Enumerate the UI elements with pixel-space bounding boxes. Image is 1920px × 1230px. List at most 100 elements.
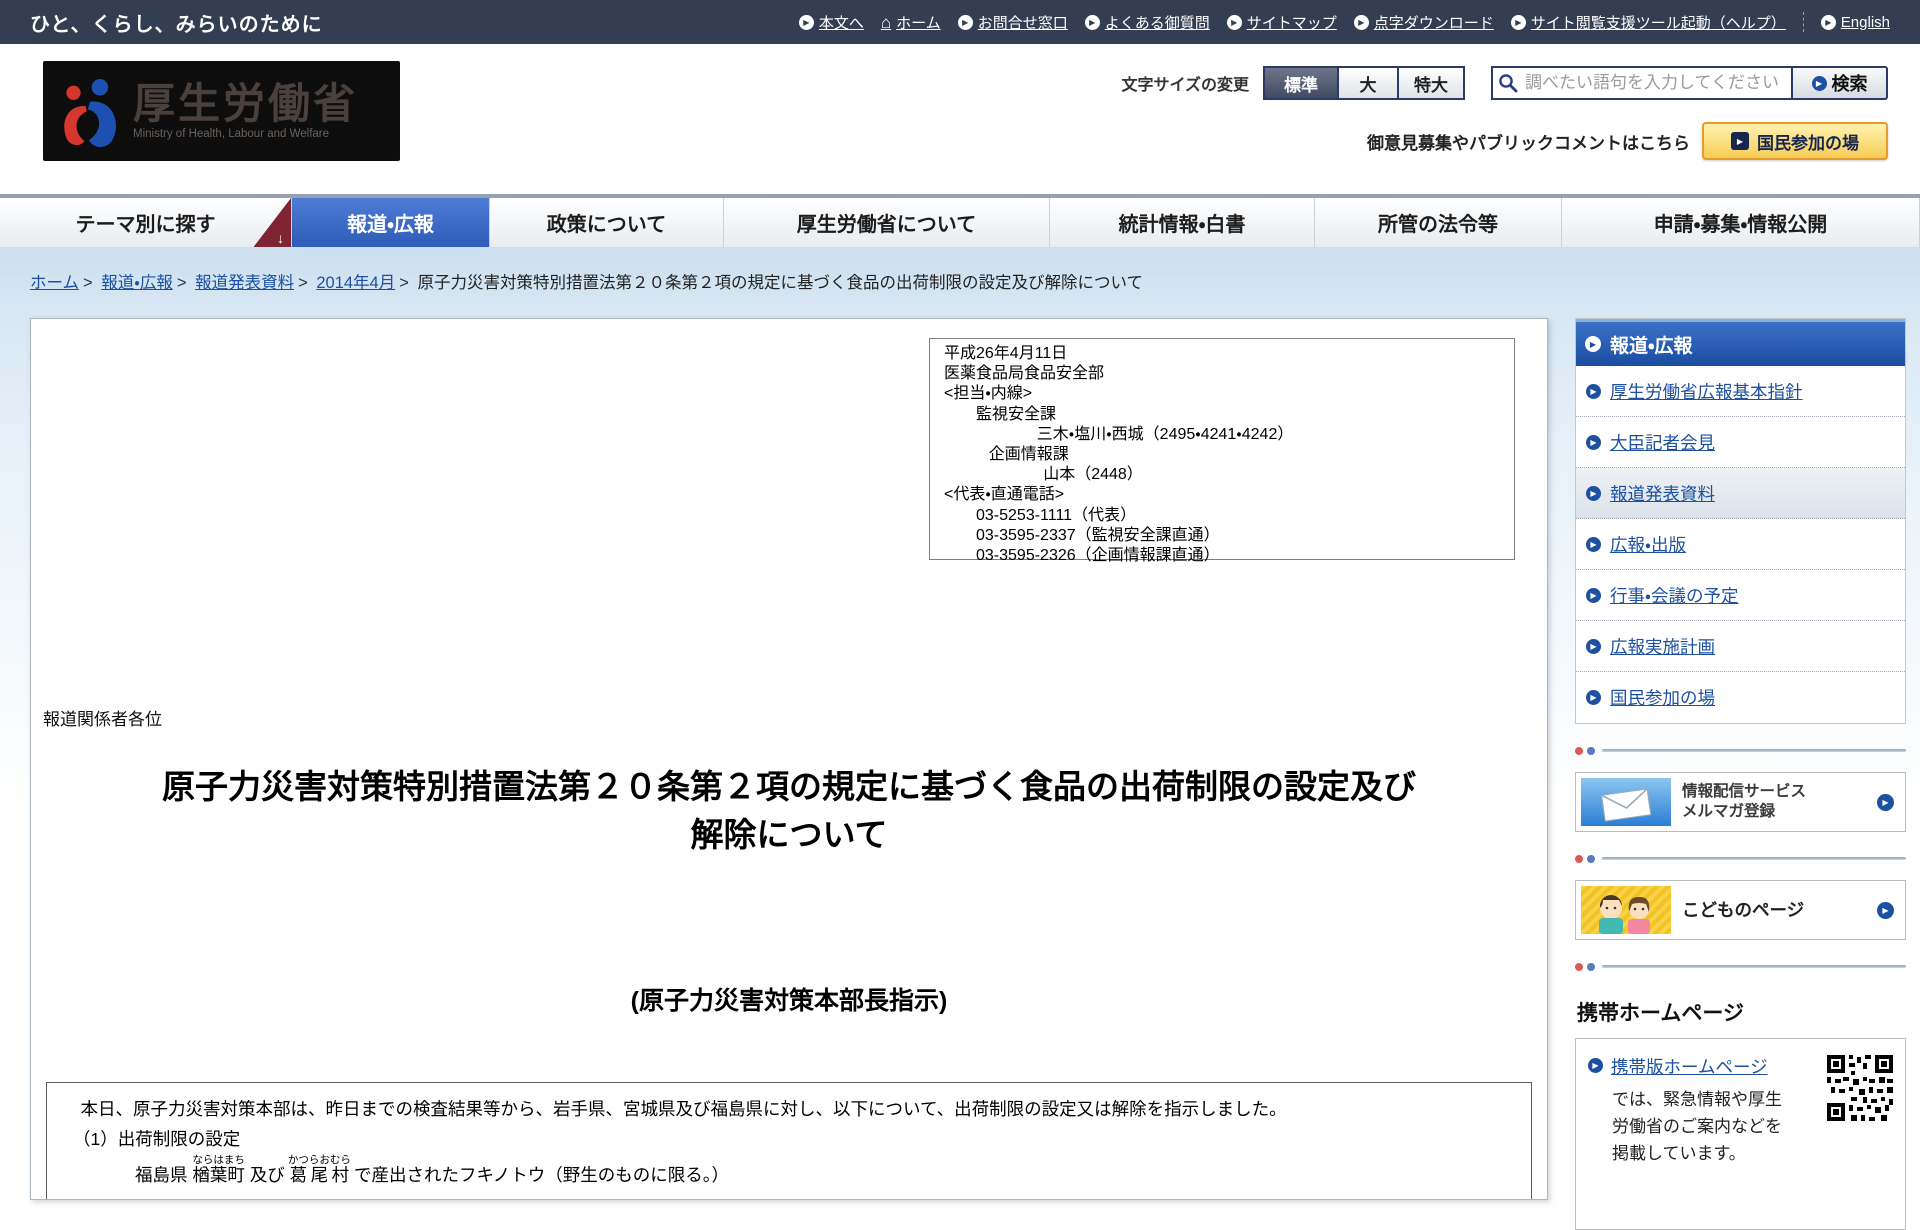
sidebar-item-participation[interactable]: ▶国民参加の場 [1576, 672, 1905, 723]
font-size-label: 文字サイズの変更 [1121, 71, 1249, 95]
mobile-homepage-box: ▶ 携帯版ホームページ では、緊急情報や厚生労働省のご案内などを掲載しています。 [1575, 1038, 1906, 1230]
contact-line: 03-5253-1111（代表） [944, 506, 1506, 526]
public-participation-button[interactable]: ▶国民参加の場 [1702, 122, 1888, 160]
top-links: ▶本文へ ⌂ホーム ▶お問合せ窓口 ▶よくある御質問 ▶サイトマップ ▶点字ダウ… [799, 12, 1890, 33]
link-braille-download[interactable]: ▶点字ダウンロード [1354, 12, 1494, 33]
circle-arrow-icon: ▶ [1821, 15, 1836, 30]
ministry-logo-mark [57, 75, 123, 148]
nav-tab-policies[interactable]: 政策について [490, 198, 724, 247]
sidebar-nav: ▶ 報道・広報 ▶厚生労働省広報基本指針 ▶大臣記者会見 ▶報道発表資料 ▶広報… [1575, 318, 1906, 724]
nav-tab-themes[interactable]: テーマ別に探す ↓ [0, 198, 292, 247]
breadcrumb-press-releases[interactable]: 報道発表資料 [195, 274, 294, 292]
divider-line [1602, 857, 1906, 860]
down-arrow-icon: ↓ [277, 230, 284, 246]
link-sitemap[interactable]: ▶サイトマップ [1227, 12, 1337, 33]
circle-arrow-icon: ▶ [1227, 15, 1242, 30]
public-comment-text: 御意見募集やパブリックコメントはこちら [1367, 129, 1690, 154]
nav-tab-statistics[interactable]: 統計情報・白書 [1050, 198, 1315, 247]
logo-subtitle: Ministry of Health, Labour and Welfare [133, 128, 358, 140]
search-button[interactable]: ▶検索 [1793, 66, 1888, 100]
announcement-detail-line: 福島県 楢葉町ならはまち 及び 葛尾村かつらおむら で産出されたフキノトウ（野生… [63, 1154, 1515, 1190]
contact-line: 医薬食品局食品安全部 [944, 364, 1506, 384]
sidebar-item-minister-press[interactable]: ▶大臣記者会見 [1576, 417, 1905, 468]
logo-text-block: 厚生労働省 Ministry of Health, Labour and Wel… [133, 82, 358, 140]
mobile-homepage-link[interactable]: 携帯版ホームページ [1611, 1054, 1768, 1079]
search-box [1491, 66, 1793, 100]
announcement-paragraph: 本日、原子力災害対策本部は、昨日までの検査結果等から、岩手県、宮城県及び福島県に… [63, 1094, 1515, 1124]
header-tools: 文字サイズの変更 標準 大 特大 ▶検索 [1121, 66, 1888, 100]
blue-dot [1587, 855, 1595, 863]
kids-page-banner[interactable]: こどものページ ▶ [1575, 880, 1906, 940]
circle-arrow-icon: ▶ [1586, 435, 1601, 450]
circle-arrow-icon: ▶ [1586, 537, 1601, 552]
contact-line: 三木・塩川・西城（2495・4241・4242） [944, 425, 1506, 445]
contact-line: <代表・直通電話> [944, 485, 1506, 505]
ministry-logo[interactable]: 厚生労働省 Ministry of Health, Labour and Wel… [43, 61, 400, 161]
public-comment-row: 御意見募集やパブリックコメントはこちら ▶国民参加の場 [1367, 122, 1888, 160]
circle-arrow-icon: ▶ [1586, 639, 1601, 654]
site-header: 厚生労働省 Ministry of Health, Labour and Wel… [0, 44, 1920, 194]
logo-title: 厚生労働省 [133, 82, 358, 126]
link-to-main-content[interactable]: ▶本文へ [799, 12, 864, 33]
sidebar-item-press-releases[interactable]: ▶報道発表資料 [1576, 468, 1905, 519]
font-size-buttons: 標準 大 特大 [1263, 66, 1465, 100]
link-home[interactable]: ⌂ホーム [881, 12, 941, 33]
circle-arrow-icon: ▶ [1586, 486, 1601, 501]
mailmag-banner[interactable]: 情報配信サービス メルマガ登録 ▶ [1575, 772, 1906, 832]
contact-line: 平成26年4月11日 [944, 344, 1506, 364]
divider-line [1602, 965, 1906, 968]
link-accessibility-tool[interactable]: ▶サイト閲覧支援ツール起動（ヘルプ） [1511, 12, 1786, 33]
contact-line: 監視安全課 [944, 405, 1506, 425]
search-input[interactable] [1491, 66, 1793, 100]
search-icon [1498, 73, 1518, 93]
nav-tab-applications[interactable]: 申請・募集・情報公開 [1562, 198, 1920, 247]
mobile-homepage-description: では、緊急情報や厚生労働省のご案内などを掲載しています。 [1612, 1086, 1790, 1167]
contact-line: 山本（2448） [944, 465, 1506, 485]
circle-arrow-icon: ▶ [1354, 15, 1369, 30]
kids-illustration [1581, 886, 1671, 934]
nav-tab-about-ministry[interactable]: 厚生労働省について [724, 198, 1050, 247]
circle-arrow-icon: ▶ [1877, 902, 1894, 919]
link-faq[interactable]: ▶よくある御質問 [1085, 12, 1210, 33]
dotted-divider [1575, 746, 1906, 755]
mobile-homepage-heading: 携帯ホームページ [1577, 997, 1906, 1027]
page-body: ホーム> 報道・広報> 報道発表資料> 2014年4月> 原子力災害対策特別措置… [0, 247, 1920, 1200]
link-english[interactable]: ▶English [1821, 14, 1890, 31]
site-tagline: ひと、くらし、みらいのために [30, 8, 323, 37]
sidebar-item-pr-policy[interactable]: ▶厚生労働省広報基本指針 [1576, 366, 1905, 417]
divider-line [1602, 749, 1906, 752]
red-dot [1575, 747, 1583, 755]
contact-line: 03-3595-2326（企画情報課直通） [944, 546, 1506, 566]
circle-arrow-icon: ▶ [1586, 588, 1601, 603]
font-size-standard-button[interactable]: 標準 [1265, 68, 1337, 98]
sidebar: ▶ 報道・広報 ▶厚生労働省広報基本指針 ▶大臣記者会見 ▶報道発表資料 ▶広報… [1575, 318, 1906, 1230]
nav-tab-laws[interactable]: 所管の法令等 [1315, 198, 1562, 247]
sidebar-item-pr-plan[interactable]: ▶広報実施計画 [1576, 621, 1905, 672]
mailmag-banner-text: 情報配信サービス メルマガ登録 [1671, 782, 1877, 822]
page-title: 原子力災害対策特別措置法第２０条第２項の規定に基づく食品の出荷制限の設定及び 解… [31, 763, 1547, 859]
dotted-divider [1575, 962, 1906, 971]
circle-arrow-icon: ▶ [1586, 690, 1601, 705]
press-contact-box: 平成26年4月11日 医薬食品局食品安全部 <担当・内線> 監視安全課 三木・塩… [929, 338, 1515, 560]
font-size-large-button[interactable]: 大 [1337, 68, 1397, 98]
breadcrumb-current: 原子力災害対策特別措置法第２０条第２項の規定に基づく食品の出荷制限の設定及び解除… [417, 274, 1143, 292]
announcement-body-box: 本日、原子力災害対策本部は、昨日までの検査結果等から、岩手県、宮城県及び福島県に… [46, 1082, 1532, 1200]
breadcrumb-april-2014[interactable]: 2014年4月 [316, 274, 395, 292]
sidebar-item-events[interactable]: ▶行事・会議の予定 [1576, 570, 1905, 621]
breadcrumb-press[interactable]: 報道・広報 [101, 274, 173, 292]
sidebar-item-publications[interactable]: ▶広報・出版 [1576, 519, 1905, 570]
link-contact[interactable]: ▶お問合せ窓口 [958, 12, 1068, 33]
contact-line: <担当・内線> [944, 384, 1506, 404]
envelope-icon [1581, 778, 1671, 826]
main-content: 平成26年4月11日 医薬食品局食品安全部 <担当・内線> 監視安全課 三木・塩… [30, 318, 1548, 1200]
nav-tab-press[interactable]: 報道・広報 [292, 198, 490, 247]
square-arrow-icon: ▶ [1731, 132, 1749, 150]
font-size-xlarge-button[interactable]: 特大 [1397, 68, 1463, 98]
circle-arrow-icon: ▶ [1585, 336, 1601, 352]
salutation: 報道関係者各位 [43, 705, 162, 730]
announcement-item-label: （1）出荷制限の設定 [63, 1124, 1515, 1154]
breadcrumb-home[interactable]: ホーム [30, 274, 79, 292]
page: ひと、くらし、みらいのために ▶本文へ ⌂ホーム ▶お問合せ窓口 ▶よくある御質… [0, 0, 1920, 247]
site-search: ▶検索 [1491, 66, 1888, 100]
top-utility-bar: ひと、くらし、みらいのために ▶本文へ ⌂ホーム ▶お問合せ窓口 ▶よくある御質… [0, 0, 1920, 44]
